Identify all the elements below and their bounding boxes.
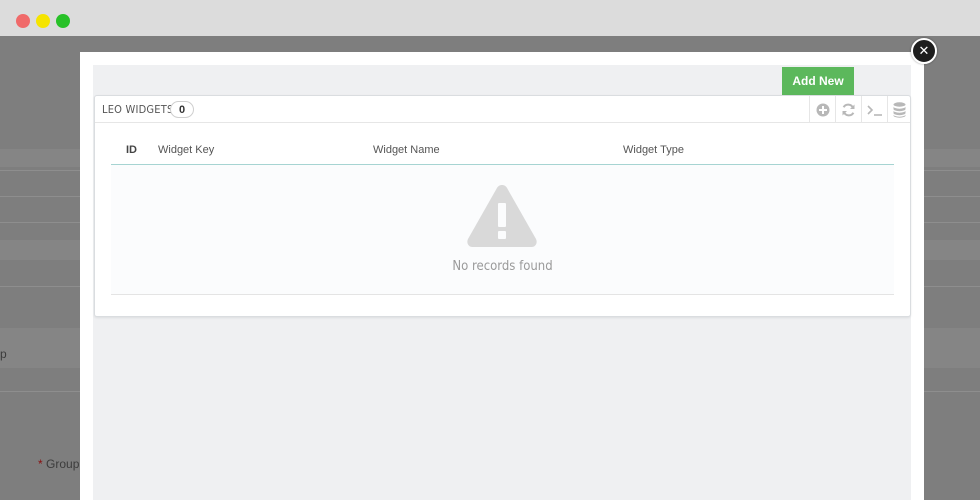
- panel-title: LEO WIDGETS: [102, 103, 174, 116]
- add-widget-tool[interactable]: [809, 96, 835, 123]
- window-close-button[interactable]: [16, 14, 30, 28]
- column-header-id[interactable]: ID: [126, 144, 137, 156]
- modal-close-button[interactable]: ✕: [911, 38, 937, 64]
- empty-state: No records found: [111, 165, 894, 295]
- column-header-widget-name[interactable]: Widget Name: [373, 144, 440, 156]
- sql-query-tool[interactable]: [861, 96, 887, 123]
- export-database-tool[interactable]: [887, 96, 911, 123]
- terminal-icon: [866, 104, 883, 116]
- group-label: Group: [46, 457, 80, 471]
- panel-header: LEO WIDGETS 0: [95, 96, 910, 123]
- table-header: ID Widget Key Widget Name Widget Type: [111, 137, 894, 165]
- warning-icon: [466, 183, 538, 254]
- window-minimize-button[interactable]: [36, 14, 50, 28]
- window-maximize-button[interactable]: [56, 14, 70, 28]
- close-icon: ✕: [918, 43, 930, 58]
- add-icon: [816, 103, 830, 117]
- background-row-fragment: p: [0, 347, 7, 361]
- leo-widgets-panel: LEO WIDGETS 0 ID Widget Key Widget Name: [94, 95, 911, 317]
- refresh-icon: [841, 103, 856, 117]
- column-header-widget-type[interactable]: Widget Type: [623, 144, 684, 156]
- empty-state-text: No records found: [452, 259, 553, 274]
- add-new-button[interactable]: Add New: [782, 67, 854, 95]
- background-field-label: * Group: [38, 457, 79, 471]
- database-icon: [893, 101, 906, 118]
- window-titlebar: [0, 0, 980, 36]
- refresh-tool[interactable]: [835, 96, 861, 123]
- record-count-badge: 0: [170, 101, 194, 118]
- column-header-widget-key[interactable]: Widget Key: [158, 144, 214, 156]
- required-mark: *: [38, 457, 43, 471]
